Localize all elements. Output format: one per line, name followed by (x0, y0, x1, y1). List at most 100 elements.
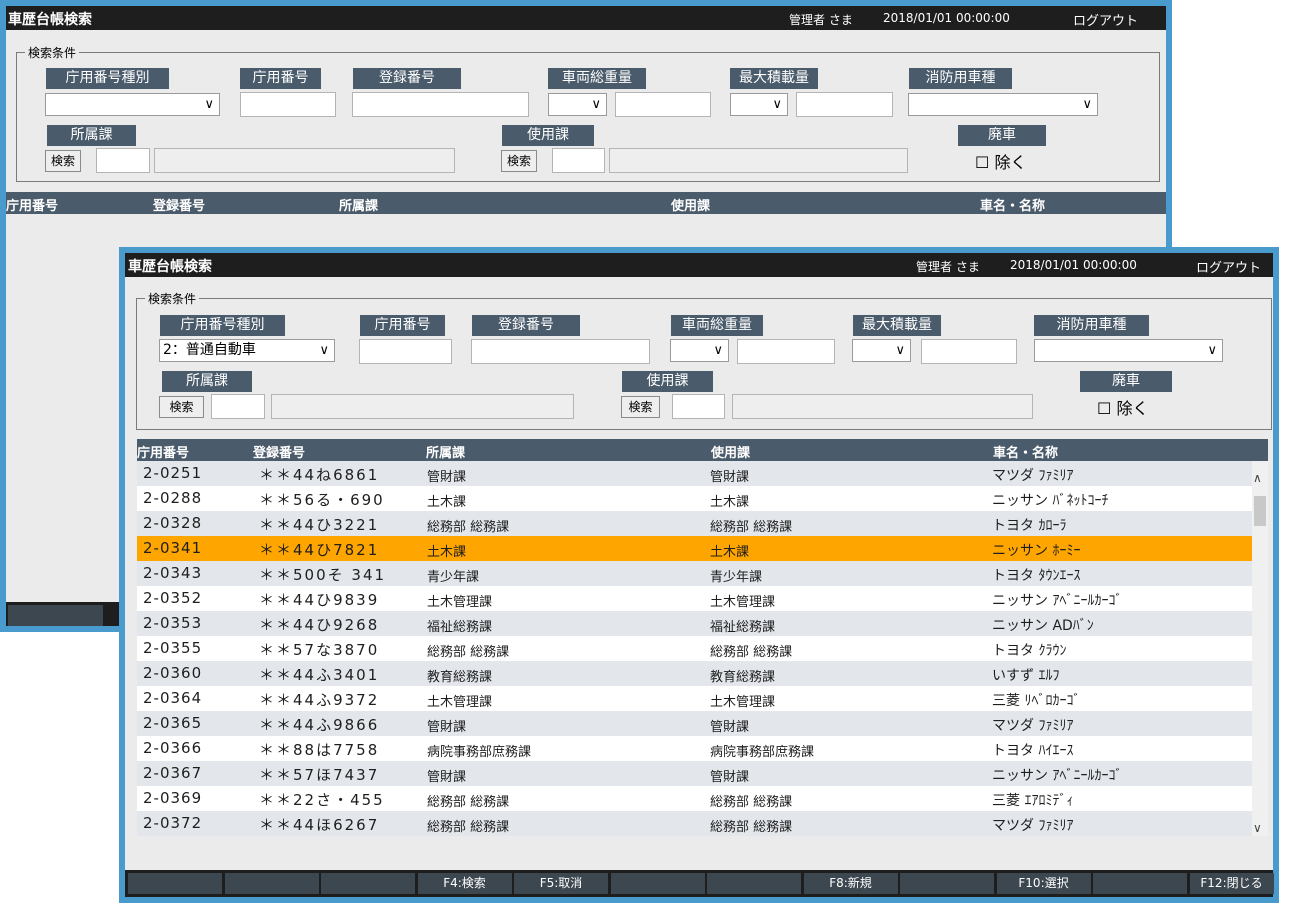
fire-type-select[interactable]: ∨ (908, 93, 1098, 116)
table-cell: 総務部 総務課 (427, 795, 510, 810)
table-cell: 土木課 (427, 495, 467, 510)
fkey-6[interactable] (610, 873, 705, 894)
agency-no-input[interactable] (240, 92, 336, 117)
table-row[interactable]: 2-0352 ＊＊44ひ9839 土木管理課 土木管理課 ニッサン ｱﾍﾞﾆｰﾙｶｰｺﾞ (137, 586, 1252, 611)
table-cell: ＊＊44ふ9866 (259, 716, 380, 734)
user-dept-search-button[interactable]: 検索 (621, 396, 660, 418)
fire-type-select[interactable]: ∨ (1034, 339, 1223, 362)
max-load-op-select[interactable]: ∨ (730, 93, 788, 116)
table-cell: 総務部 総務課 (710, 645, 793, 660)
table-cell: 福祉総務課 (710, 620, 776, 635)
gross-weight-op-select[interactable]: ∨ (670, 339, 729, 362)
fkey-9[interactable] (900, 873, 994, 894)
user-name: 管理者 さま (789, 13, 853, 27)
table-cell: 2-0343 (143, 564, 203, 582)
table-cell: 総務部 総務課 (427, 645, 510, 660)
fkey-4[interactable]: F4:検索 (417, 873, 512, 894)
datetime: 2018/01/01 00:00:00 (1010, 258, 1137, 272)
table-row[interactable]: 2-0341 ＊＊44ひ7821 土木課 土木課 ニッサン ﾎｰﾐｰ (137, 536, 1252, 561)
table-cell: ニッサン ｱﾍﾞﾆｰﾙｶｰｺﾞ (992, 768, 1123, 784)
table-row[interactable]: 2-0360 ＊＊44ふ3401 教育総務課 教育総務課 いすず ｴﾙﾌ (137, 661, 1252, 686)
table-cell: 2-0355 (143, 639, 203, 657)
table-cell: マツダ ﾌｧﾐﾘｱ (992, 468, 1074, 484)
chevron-down-icon: ∨ (1207, 343, 1217, 358)
table-cell: 管財課 (427, 720, 467, 735)
reg-no-input[interactable] (471, 339, 650, 364)
dept-name-field (154, 148, 455, 173)
table-cell: 総務部 総務課 (710, 795, 793, 810)
agency-type-value: 2：普通自動車 (163, 342, 256, 358)
table-row[interactable]: 2-0355 ＊＊57な3870 総務部 総務課 総務部 総務課 トヨタ ｸﾗｳﾝ (137, 636, 1252, 661)
gross-weight-op-select[interactable]: ∨ (548, 93, 607, 116)
user-dept-code-input[interactable] (672, 394, 725, 419)
max-load-input[interactable] (796, 92, 893, 117)
table-cell: 青少年課 (427, 570, 480, 585)
agency-no-input[interactable] (359, 339, 452, 364)
table-cell: トヨタ ｸﾗｳﾝ (992, 643, 1067, 659)
table-row[interactable]: 2-0364 ＊＊44ふ9372 土木管理課 土木管理課 三菱 ﾘﾍﾞﾛｶｰｺﾞ (137, 686, 1252, 711)
table-cell: ＊＊44ひ7821 (259, 541, 380, 559)
results-table-header: 庁用番号 登録番号 所属課 使用課 車名・名称 (6, 192, 1166, 214)
fkey-10[interactable]: F10:選択 (996, 873, 1091, 894)
col-header-reg-no: 登録番号 (153, 199, 206, 214)
table-cell: ＊＊44ふ3401 (259, 666, 380, 684)
logout-link[interactable]: ログアウト (1073, 10, 1138, 29)
dept-search-button[interactable]: 検索 (45, 150, 81, 172)
chevron-down-icon: ∨ (713, 343, 723, 358)
fkey-5[interactable]: F5:取消 (514, 873, 608, 894)
table-cell: 三菱 ｴｱﾛﾐﾃﾞｨ (992, 793, 1074, 809)
search-conditions-legend: 検索条件 (145, 290, 200, 307)
table-cell: ＊＊57ほ7437 (259, 766, 380, 784)
exclude-scrap-checkbox[interactable]: ☐ 除く (975, 149, 1026, 173)
table-cell: 福祉総務課 (427, 620, 493, 635)
agency-type-select[interactable]: 2：普通自動車 ∨ (159, 339, 335, 362)
gross-weight-input[interactable] (615, 92, 711, 117)
scroll-thumb[interactable] (1254, 496, 1266, 526)
chevron-down-icon: ∨ (204, 97, 214, 112)
logout-link[interactable]: ログアウト (1196, 257, 1261, 276)
function-key-bar: F4:検索 F5:取消 F8:新規 F10:選択 F12:閉じる (125, 870, 1274, 897)
table-row[interactable]: 2-0365 ＊＊44ふ9866 管財課 管財課 マツダ ﾌｧﾐﾘｱ (137, 711, 1252, 736)
max-load-label: 最大積載量 (853, 315, 941, 336)
table-row[interactable]: 2-0367 ＊＊57ほ7437 管財課 管財課 ニッサン ｱﾍﾞﾆｰﾙｶｰｺﾞ (137, 761, 1252, 786)
reg-no-input[interactable] (352, 92, 529, 117)
table-row[interactable]: 2-0288 ＊＊56る・690 土木課 土木課 ニッサン ﾊﾞﾈｯﾄｺｰﾁ (137, 486, 1252, 511)
fkey-1[interactable] (128, 873, 222, 894)
table-row[interactable]: 2-0343 ＊＊500そ 341 青少年課 青少年課 トヨタ ﾀｳﾝｴｰｽ (137, 561, 1252, 586)
table-row[interactable]: 2-0372 ＊＊44ほ6267 総務部 総務課 総務部 総務課 マツダ ﾌｧﾐﾘｱ (137, 811, 1252, 836)
table-row[interactable]: 2-0251 ＊＊44ね6861 管財課 管財課 マツダ ﾌｧﾐﾘｱ (137, 461, 1252, 486)
fkey-2[interactable] (224, 873, 319, 894)
front-window: 車歴台帳検索 管理者 さま 2018/01/01 00:00:00 ログアウト … (119, 247, 1279, 903)
dept-code-input[interactable] (211, 394, 265, 419)
scroll-down-icon[interactable]: ∨ (1253, 821, 1262, 835)
max-load-op-select[interactable]: ∨ (852, 339, 911, 362)
table-cell: トヨタ ﾊｲｴｰｽ (992, 743, 1074, 759)
fire-type-label: 消防用車種 (909, 68, 1012, 89)
back-fkey-1[interactable] (8, 605, 103, 626)
chevron-down-icon: ∨ (895, 343, 905, 358)
fkey-12[interactable]: F12:閉じる (1189, 873, 1274, 894)
dept-code-input[interactable] (96, 148, 150, 173)
table-row[interactable]: 2-0328 ＊＊44ひ3221 総務部 総務課 総務部 総務課 トヨタ ｶﾛｰﾗ (137, 511, 1252, 536)
max-load-input[interactable] (921, 339, 1017, 364)
col-header-dept: 所属課 (339, 199, 379, 214)
titlebar: 車歴台帳検索 管理者 さま 2018/01/01 00:00:00 ログアウト (6, 6, 1166, 30)
fkey-8[interactable]: F8:新規 (803, 873, 898, 894)
dept-search-button[interactable]: 検索 (159, 396, 204, 418)
fkey-7[interactable] (707, 873, 801, 894)
fkey-11[interactable] (1093, 873, 1187, 894)
gross-weight-label: 車両総重量 (548, 68, 646, 89)
results-scrollbar[interactable]: ∧ ∨ (1252, 461, 1268, 836)
scroll-up-icon[interactable]: ∧ (1253, 471, 1262, 485)
table-row[interactable]: 2-0353 ＊＊44ひ9268 福祉総務課 福祉総務課 ニッサン ADﾊﾞﾝ (137, 611, 1252, 636)
agency-type-select[interactable]: ∨ (45, 93, 220, 116)
gross-weight-input[interactable] (737, 339, 835, 364)
fkey-3[interactable] (321, 873, 415, 894)
user-dept-code-input[interactable] (552, 148, 605, 173)
table-row[interactable]: 2-0366 ＊＊88は7758 病院事務部庶務課 病院事務部庶務課 トヨタ ﾊｲｴｰｽ (137, 736, 1252, 761)
table-row[interactable]: 2-0369 ＊＊22さ・455 総務部 総務課 総務部 総務課 三菱 ｴｱﾛﾐﾃﾞｨ (137, 786, 1252, 811)
table-cell: ニッサン ﾎｰﾐｰ (992, 543, 1081, 559)
exclude-scrap-checkbox[interactable]: ☐ 除く (1097, 395, 1148, 419)
user-dept-search-button[interactable]: 検索 (501, 150, 537, 172)
table-cell: 2-0352 (143, 589, 203, 607)
